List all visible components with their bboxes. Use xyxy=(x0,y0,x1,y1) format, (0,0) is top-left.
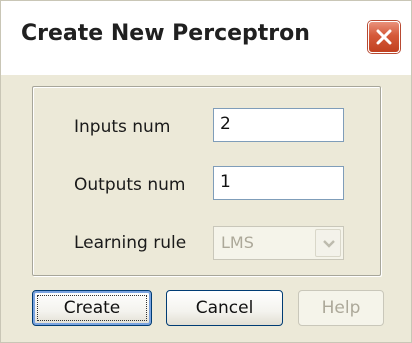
dropdown-button[interactable] xyxy=(315,229,341,257)
create-perceptron-dialog: Create New Perceptron Inputs num 2 Outpu… xyxy=(0,0,412,343)
title-bar[interactable]: Create New Perceptron xyxy=(1,1,411,75)
dialog-title: Create New Perceptron xyxy=(21,21,310,46)
inputs-label: Inputs num xyxy=(74,117,171,137)
close-icon xyxy=(376,29,392,45)
cancel-button[interactable]: Cancel xyxy=(166,290,283,326)
learning-rule-value: LMS xyxy=(221,233,254,252)
inputs-field[interactable]: 2 xyxy=(213,108,344,142)
outputs-label: Outputs num xyxy=(74,175,186,195)
chevron-down-icon xyxy=(323,240,335,248)
help-button: Help xyxy=(298,290,384,326)
learning-rule-label: Learning rule xyxy=(74,233,187,253)
learning-rule-select[interactable]: LMS xyxy=(213,226,344,260)
help-button-label: Help xyxy=(321,298,361,318)
outputs-field[interactable]: 1 xyxy=(213,166,344,200)
create-button[interactable]: Create xyxy=(32,290,152,326)
cancel-button-label: Cancel xyxy=(195,298,254,318)
close-button[interactable] xyxy=(368,21,400,53)
create-button-label: Create xyxy=(63,298,121,318)
